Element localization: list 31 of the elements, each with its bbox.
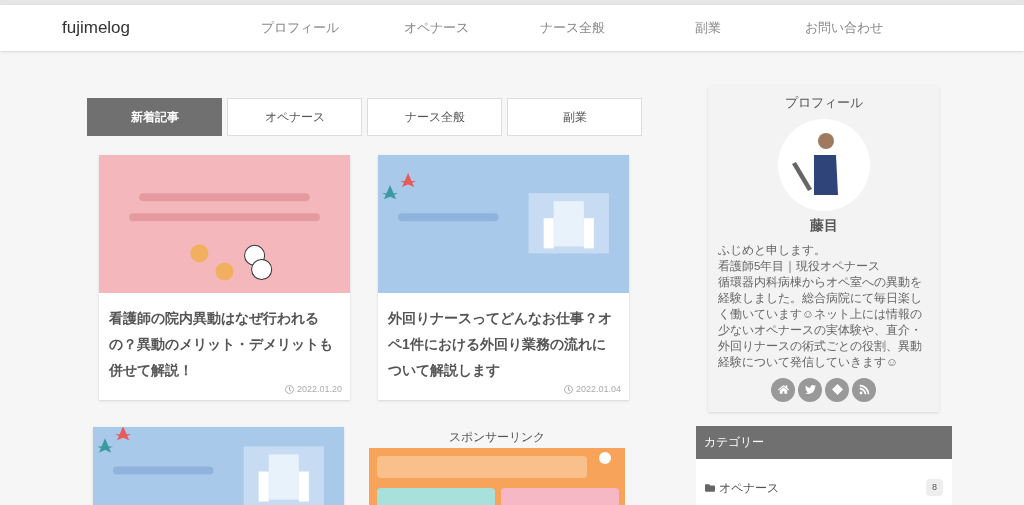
folder-icon: [705, 482, 715, 493]
nav-link[interactable]: お問い合わせ: [776, 18, 912, 38]
article-date: 2022.01.20: [284, 382, 342, 396]
twitter-bird-icon[interactable]: [798, 377, 822, 402]
category-tab[interactable]: 新着記事: [87, 98, 222, 136]
article-title: 看護師の院内異動はなぜ行われるの？異動のメリット・デメリットも併せて解説！: [108, 308, 334, 380]
profile-text: 看護師5年目｜現役オペナース: [718, 258, 882, 274]
count-badge: 8: [926, 478, 943, 497]
profile-heading: プロフィール: [784, 94, 863, 112]
article-title: 外回りナースってどんなお仕事？オペ1件における外回り業務の流れについて解説します: [387, 308, 613, 380]
site-logo[interactable]: fujimelog: [62, 15, 232, 41]
article-date: 2022.01.04: [563, 382, 621, 396]
article-card[interactable]: 看護師の院内異動はなぜ行われるの？異動のメリット・デメリットも併せて解説！ 2022.01.20: [99, 155, 350, 400]
article-card[interactable]: 外回りナースってどんなお仕事？オペ1件における外回り業務の流れについて解説します 2022.01.04: [378, 155, 629, 400]
nav-link[interactable]: オペナース: [368, 18, 504, 38]
category-heading: カテゴリー: [696, 425, 952, 459]
category-tab[interactable]: 副業: [507, 98, 642, 136]
category-tab[interactable]: オペナース: [227, 98, 362, 136]
profile-name: 藤目: [809, 215, 838, 235]
clock-icon: [563, 384, 573, 394]
nav-link[interactable]: 副業: [640, 18, 776, 38]
clock-icon: [284, 384, 294, 394]
rss-icon[interactable]: [852, 377, 876, 402]
profile-text: 循環器内科病棟からオペ室への異動を経験しました。総合病院にて毎日楽しく働いています☺ネット上には情報の少ないオペナースの実体験や、直介・外回りナースの術式ごとの役割、異動経験について発信していきます☺: [718, 274, 923, 370]
nav-link[interactable]: プロフィール: [232, 18, 368, 38]
sponsor-label: スポンサーリンク: [449, 429, 545, 446]
category-item[interactable]: オペナース 8: [705, 478, 943, 497]
home-icon[interactable]: [771, 377, 795, 402]
nav-link[interactable]: ナース全般: [504, 18, 640, 38]
profile-text: ふじめと申します。: [718, 242, 827, 258]
category-tab[interactable]: ナース全般: [367, 98, 502, 136]
